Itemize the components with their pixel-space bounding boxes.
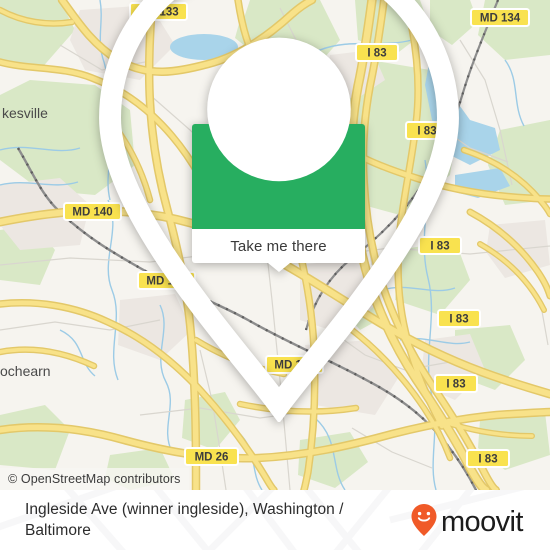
moovit-pin-icon — [411, 504, 437, 536]
attribution-text: © OpenStreetMap contributors — [8, 472, 181, 486]
callout-pointer-tail — [267, 263, 290, 272]
shield-md-26: MD 26 — [184, 447, 239, 466]
moovit-wordmark: moovit — [411, 504, 524, 537]
shield-label: MD 26 — [195, 452, 229, 464]
page-title: Ingleside Ave (winner ingleside), Washin… — [25, 501, 344, 539]
callout-image-area — [98, 0, 459, 422]
location-callout-card[interactable]: Take me there — [98, 0, 459, 422]
osm-attribution[interactable]: © OpenStreetMap contributors — [0, 468, 189, 490]
moovit-text: moovit — [441, 506, 523, 537]
shield-label: I 83 — [478, 454, 497, 466]
map-pin-icon — [4, 0, 550, 422]
moovit-logo[interactable]: moovit — [410, 503, 532, 537]
take-me-there-button[interactable]: Take me there — [230, 238, 326, 255]
map-canvas[interactable]: kesville ochearn MD 133 MD 134 I 83 I 83… — [0, 0, 550, 490]
shield-i-83-f: I 83 — [466, 449, 510, 468]
map-screenshot-page: kesville ochearn MD 133 MD 134 I 83 I 83… — [0, 0, 550, 550]
callout-action-area[interactable]: Take me there — [192, 229, 365, 272]
info-bar: Ingleside Ave (winner ingleside), Washin… — [0, 490, 550, 550]
